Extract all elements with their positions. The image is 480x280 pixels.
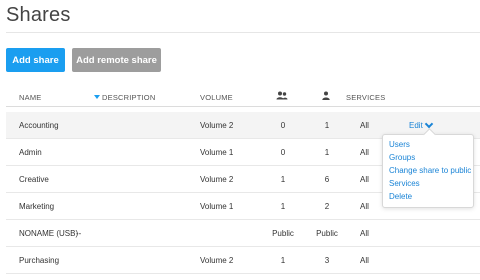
share-user-count: 3 <box>324 256 330 265</box>
share-services: All <box>360 256 369 265</box>
user-icon[interactable] <box>322 91 330 101</box>
share-name: Creative <box>19 175 49 184</box>
table-row[interactable]: NONAME (USB) -- Public Public All <box>6 220 480 247</box>
add-share-button[interactable]: Add share <box>6 48 65 72</box>
share-services: All <box>360 175 369 184</box>
share-name: Marketing <box>19 202 55 211</box>
share-user-count: Public <box>316 229 338 238</box>
share-name: Admin <box>19 148 42 157</box>
share-user-count: 1 <box>324 121 330 130</box>
share-user-count: 1 <box>324 148 330 157</box>
share-services: All <box>360 202 369 211</box>
page-title: Shares <box>6 4 71 26</box>
header-services[interactable]: SERVICES <box>346 93 385 102</box>
share-description: -- <box>76 229 82 238</box>
share-volume: Volume 2 <box>200 175 234 184</box>
add-remote-share-button[interactable]: Add remote share <box>72 48 161 72</box>
share-group-count: Public <box>272 229 294 238</box>
menu-item-groups[interactable]: Groups <box>389 153 415 162</box>
share-services: All <box>360 229 369 238</box>
menu-item-change-share-to-public[interactable]: Change share to public <box>389 166 471 175</box>
share-volume: Volume 1 <box>200 202 234 211</box>
share-group-count: 1 <box>280 175 286 184</box>
share-services: All <box>360 148 369 157</box>
header-name[interactable]: NAME <box>19 93 41 102</box>
table-row[interactable]: Purchasing Volume 2 1 3 All <box>6 247 480 274</box>
sort-descending-icon[interactable] <box>94 95 100 99</box>
header-volume[interactable]: VOLUME <box>200 93 233 102</box>
share-user-count: 6 <box>324 175 330 184</box>
menu-item-users[interactable]: Users <box>389 140 410 149</box>
header-description[interactable]: DESCRIPTION <box>102 93 155 102</box>
table-header: NAME DESCRIPTION VOLUME SERVICES <box>6 89 480 107</box>
group-users-icon[interactable] <box>276 91 288 101</box>
edit-dropdown-menu: Users Groups Change share to public Serv… <box>382 134 474 208</box>
share-name: NONAME (USB) <box>19 229 79 238</box>
menu-item-services[interactable]: Services <box>389 179 420 188</box>
share-name: Purchasing <box>19 256 60 265</box>
menu-item-delete[interactable]: Delete <box>389 192 412 201</box>
share-group-count: 1 <box>280 256 286 265</box>
share-services: All <box>360 121 369 130</box>
title-divider <box>6 32 480 33</box>
share-volume: Volume 1 <box>200 148 234 157</box>
edit-label[interactable]: Edit <box>409 121 423 130</box>
share-volume: Volume 2 <box>200 256 234 265</box>
share-group-count: 0 <box>280 148 286 157</box>
share-volume: Volume 2 <box>200 121 234 130</box>
share-name: Accounting <box>19 121 59 130</box>
share-group-count: 0 <box>280 121 286 130</box>
share-user-count: 2 <box>324 202 330 211</box>
share-group-count: 1 <box>280 202 286 211</box>
